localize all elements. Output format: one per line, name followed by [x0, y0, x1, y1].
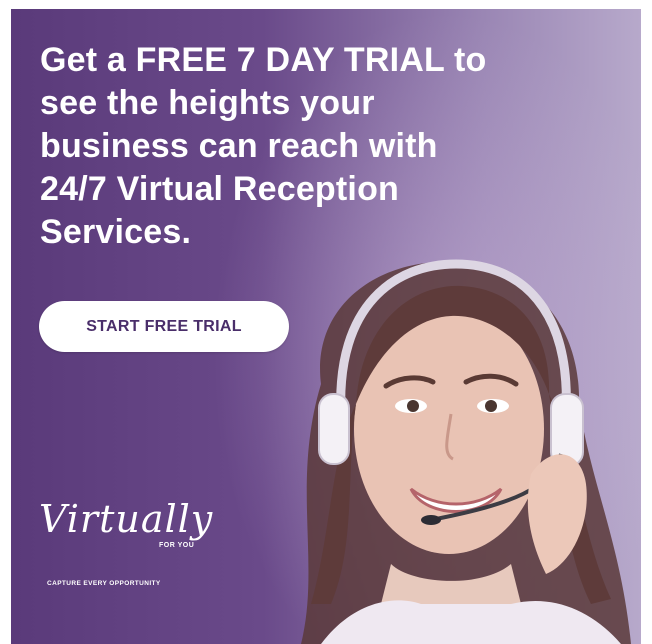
start-free-trial-button[interactable]: START FREE TRIAL	[39, 301, 289, 352]
page-frame: Get a FREE 7 DAY TRIAL to see the height…	[0, 0, 652, 644]
logo-tagline: CAPTURE EVERY OPPORTUNITY	[47, 580, 161, 587]
logo-wordmark: Virtually	[39, 497, 214, 541]
headline: Get a FREE 7 DAY TRIAL to see the height…	[40, 41, 487, 251]
virtually-for-you-logo: Virtually FOR YOU CAPTURE EVERY OPPORTUN…	[39, 497, 239, 597]
logo-subtitle: FOR YOU	[159, 542, 195, 549]
advertisement-banner[interactable]: Get a FREE 7 DAY TRIAL to see the height…	[11, 9, 641, 644]
woman-with-headset-image	[301, 259, 631, 644]
